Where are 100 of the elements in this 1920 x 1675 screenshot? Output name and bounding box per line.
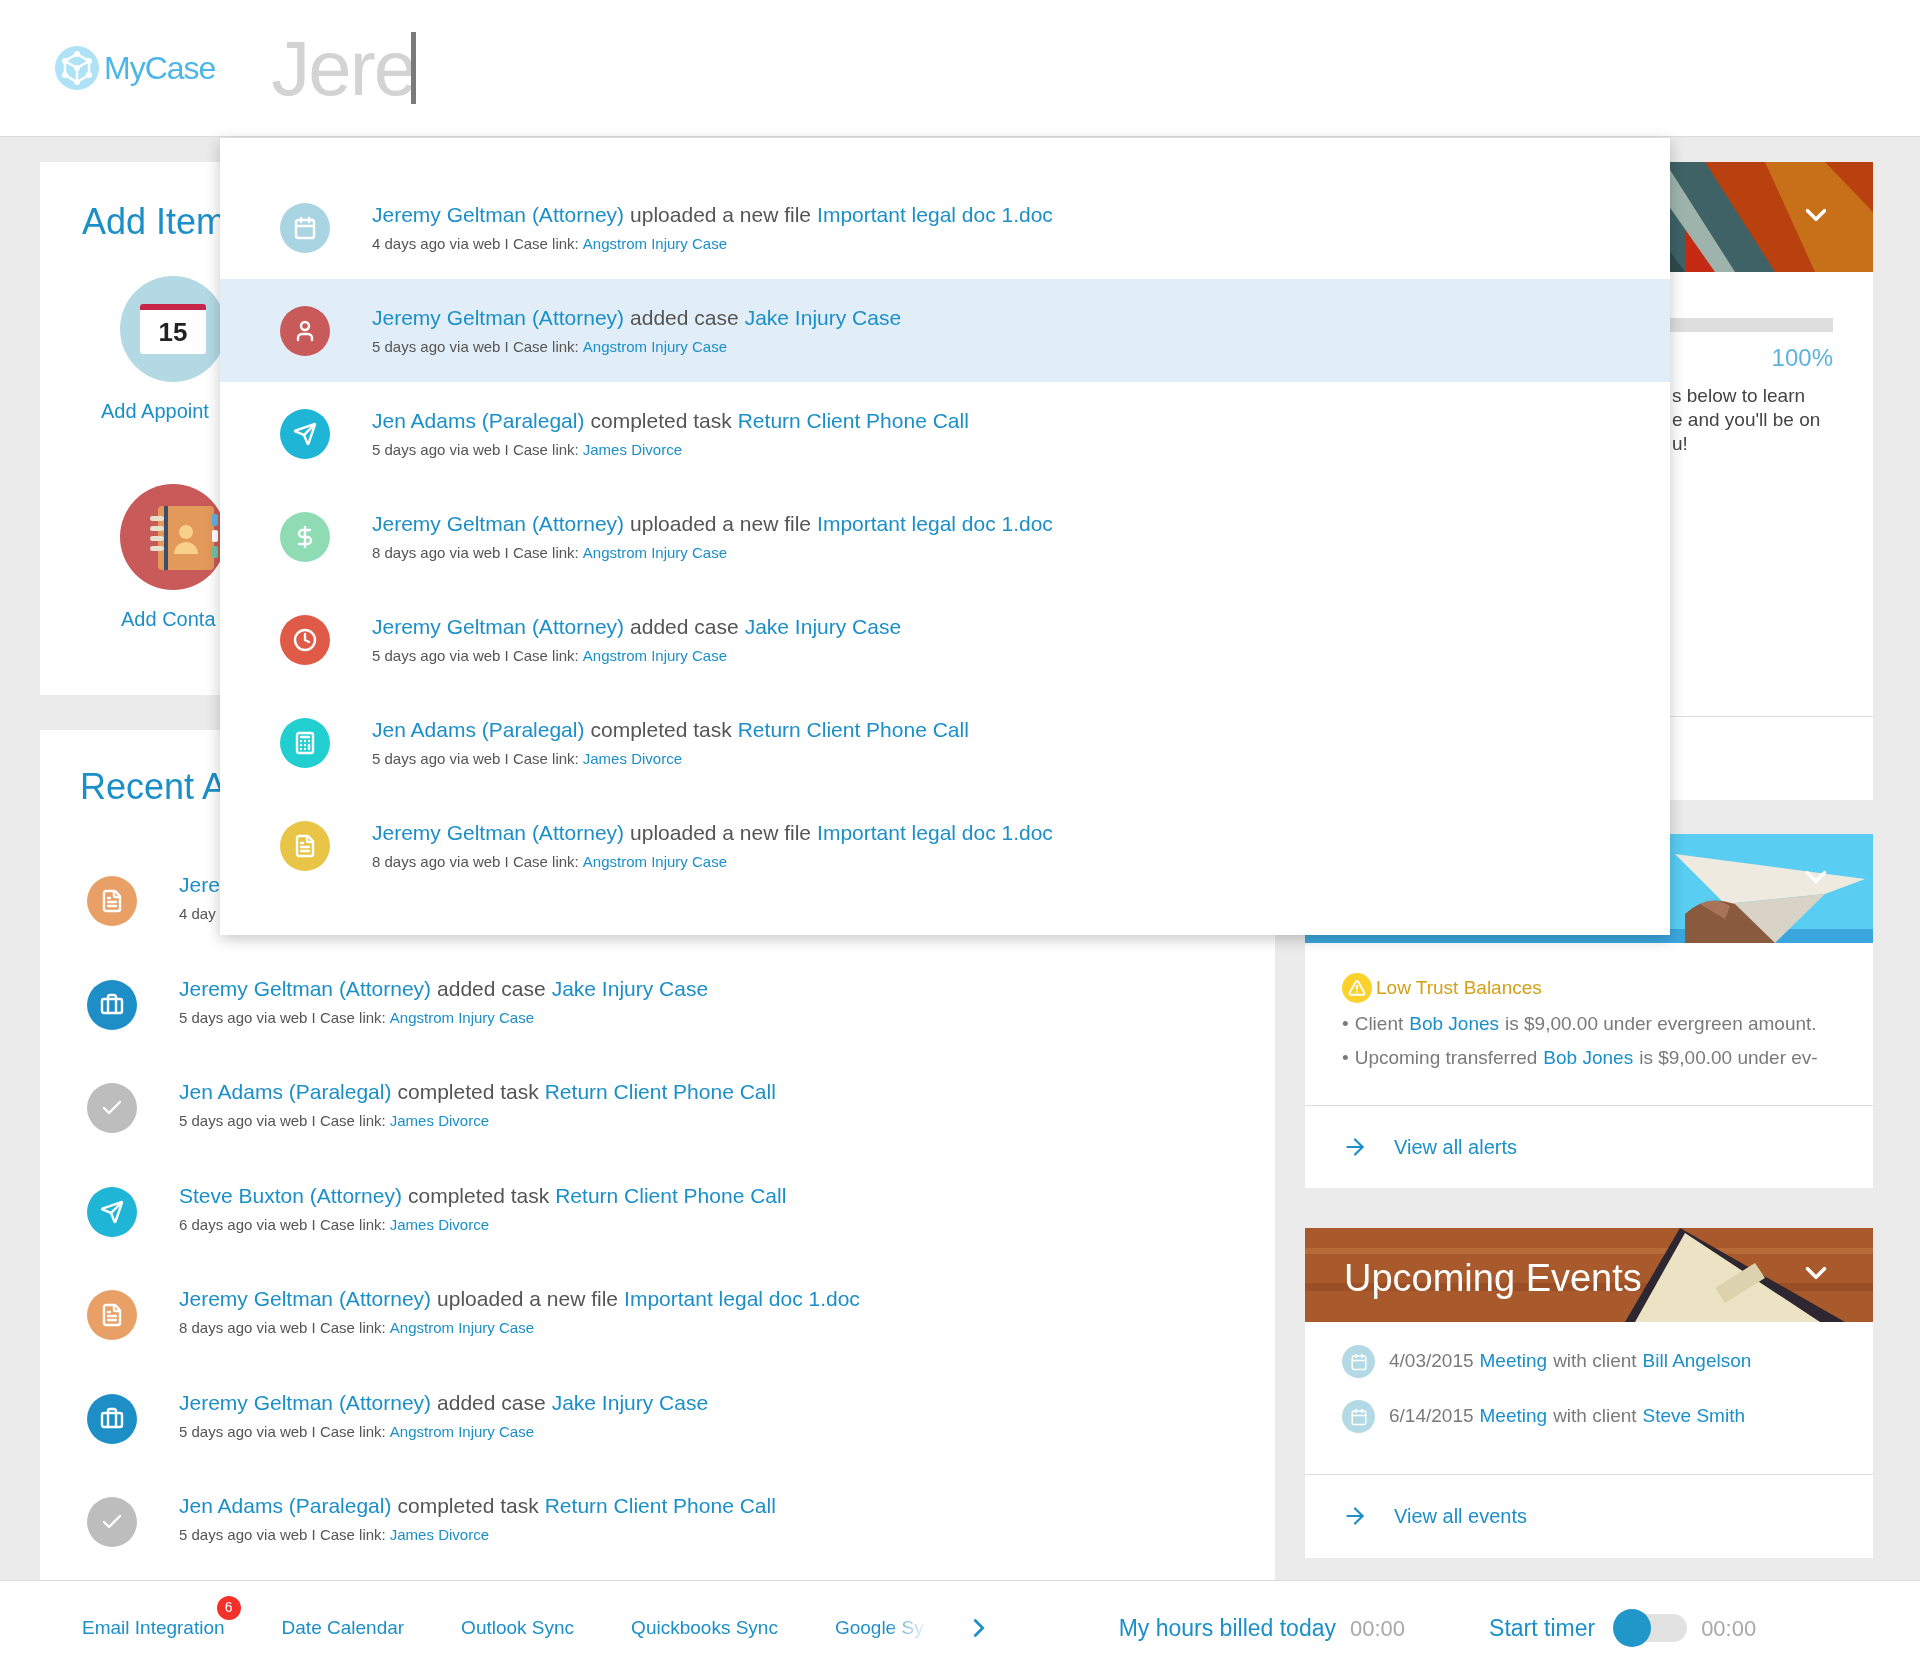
search-result[interactable]: Jeremy Geltman (Attorney) added case Jake Injury Case 5 days ago via web I Case link: Angstrom Injury Case — [220, 588, 1670, 691]
integration-link[interactable]: Quickbooks Sync — [631, 1616, 778, 1638]
alert-title: Low Trust Balances — [1376, 975, 1542, 1000]
case-link[interactable]: James Divorce — [389, 1215, 489, 1233]
warning-icon — [1342, 973, 1372, 1003]
search-result[interactable]: Jeremy Geltman (Attorney) added case Jake Injury Case 5 days ago via web I Case link: Angstrom Injury Case — [220, 279, 1670, 382]
intro-text: s below to learn — [1672, 384, 1807, 408]
activity-meta: 8 days ago via web I Case link: Angstrom Injury Case — [372, 542, 728, 563]
case-link[interactable]: Angstrom Injury Case — [389, 1422, 534, 1440]
progress-percent: 100% — [1771, 343, 1833, 373]
activity-text: Jen Adams (Paralegal) completed task Return Client Phone Call — [179, 1079, 776, 1105]
case-link[interactable]: Angstrom Injury Case — [389, 1319, 534, 1336]
person-link[interactable]: Jere — [179, 873, 220, 896]
item-link[interactable]: Important legal doc 1.doc — [817, 511, 1053, 535]
activity-meta: 4 day — [179, 904, 217, 924]
case-link[interactable]: Angstrom Injury Case — [389, 1008, 534, 1026]
search-result[interactable]: Jeremy Geltman (Attorney) uploaded a new file Important legal doc 1.doc 4 days ago via web I Case link: Angstrom Injury Case — [220, 176, 1670, 279]
hours-label: My hours billed today — [1118, 1613, 1336, 1643]
client-link[interactable]: Steve Smith — [1642, 1405, 1745, 1427]
case-link[interactable]: James Divorce — [389, 1112, 489, 1129]
case-link[interactable]: James Divorce — [389, 1526, 489, 1543]
item-link[interactable]: Return Client Phone Call — [737, 408, 969, 432]
activity-text: Steve Buxton (Attorney) completed task Return Client Phone Call — [179, 1182, 787, 1209]
item-link[interactable]: Jake Injury Case — [551, 976, 709, 1000]
activity-text: Jen Adams (Paralegal) completed task Return Client Phone Call — [179, 1493, 776, 1519]
search-result[interactable]: Jeremy Geltman (Attorney) uploaded a new file Important legal doc 1.doc 8 days ago via web I Case link: Angstrom Injury Case — [220, 485, 1670, 588]
alert-text: • Client Bob Jones is $9,00.00 under evergreen amount. — [1342, 1012, 1818, 1036]
person-link[interactable]: Jeremy Geltman (Attorney) — [179, 976, 432, 1000]
cube-logo-icon — [54, 45, 100, 91]
case-link[interactable]: Angstrom Injury Case — [582, 234, 727, 252]
person-link[interactable]: Jen Adams (Paralegal) — [372, 717, 585, 741]
activity-text: Jeremy Geltman (Attorney) uploaded a new file Important legal doc 1.doc — [372, 510, 1053, 537]
intro-text: u! — [1672, 432, 1689, 456]
card-title: Upcoming Events — [1344, 1256, 1642, 1301]
event-text: 6/14/2015 Meeting with client Steve Smith — [1389, 1404, 1745, 1429]
person-link[interactable]: Jeremy Geltman (Attorney) — [372, 614, 625, 638]
alert-text: • Upcoming transferred Bob Jones is $9,00.00 under ev- — [1342, 1046, 1819, 1070]
activity-text: Jen Adams (Paralegal) completed task Return Client Phone Call — [372, 716, 969, 743]
search-result[interactable]: Jen Adams (Paralegal) completed task Return Client Phone Call 5 days ago via web I Case link: James Divorce — [220, 382, 1670, 485]
case-link[interactable]: Angstrom Injury Case — [582, 852, 727, 870]
activity-text: Jen Adams (Paralegal) completed task Return Client Phone Call — [372, 407, 969, 434]
item-link[interactable]: Return Client Phone Call — [544, 1080, 776, 1103]
activity-meta: 4 days ago via web I Case link: Angstrom Injury Case — [372, 233, 728, 254]
activity-meta: 6 days ago via web I Case link: James Divorce — [179, 1214, 490, 1235]
timer-value: 00:00 — [1701, 1614, 1757, 1643]
activity-meta: 8 days ago via web I Case link: Angstrom Injury Case — [372, 851, 728, 872]
activity-text: Jeremy Geltman (Attorney) added case Jake Injury Case — [372, 304, 902, 331]
item-link[interactable]: Important legal doc 1.doc — [624, 1287, 860, 1310]
item-link[interactable]: Jake Injury Case — [551, 1390, 709, 1414]
event-link[interactable]: Meeting — [1479, 1405, 1548, 1427]
item-link[interactable]: Return Client Phone Call — [555, 1183, 787, 1207]
person-link[interactable]: Jen Adams (Paralegal) — [179, 1080, 392, 1103]
person-link[interactable]: Jeremy Geltman (Attorney) — [372, 820, 625, 844]
view-all-alerts-link[interactable]: View all alerts — [1305, 1106, 1873, 1187]
activity-meta: 5 days ago via web I Case link: James Divorce — [179, 1111, 490, 1131]
person-link[interactable]: Jen Adams (Paralegal) — [179, 1494, 392, 1517]
calendar-icon — [1342, 1345, 1375, 1378]
client-link[interactable]: Bob Jones — [1409, 1013, 1500, 1034]
calendar-icon — [1342, 1400, 1375, 1433]
search-result[interactable]: Jen Adams (Paralegal) completed task Return Client Phone Call 5 days ago via web I Case link: James Divorce — [220, 691, 1670, 794]
person-link[interactable]: Jeremy Geltman (Attorney) — [372, 202, 625, 226]
item-link[interactable]: Return Client Phone Call — [737, 717, 969, 741]
activity-text: Jeremy Geltman (Attorney) uploaded a new file Important legal doc 1.doc — [372, 201, 1053, 228]
activity-meta: 5 days ago via web I Case link: James Divorce — [372, 439, 683, 460]
activity-text: Jeremy Geltman (Attorney) added case Jake Injury Case — [179, 1389, 709, 1416]
activity-meta: 5 days ago via web I Case link: James Divorce — [179, 1525, 490, 1545]
activity-meta: 5 days ago via web I Case link: Angstrom Injury Case — [372, 336, 728, 357]
person-link[interactable]: Jeremy Geltman (Attorney) — [372, 511, 625, 535]
person-link[interactable]: Jeremy Geltman (Attorney) — [179, 1287, 432, 1310]
integration-link[interactable]: Date Calendar — [281, 1616, 405, 1638]
activity-meta: 8 days ago via web I Case link: Angstrom Injury Case — [179, 1318, 535, 1338]
text-cursor — [411, 32, 417, 104]
event-text: 4/03/2015 Meeting with client Bill Angelson — [1389, 1349, 1752, 1374]
person-link[interactable]: Jen Adams (Paralegal) — [372, 408, 585, 432]
item-link[interactable]: Jake Injury Case — [744, 305, 902, 329]
activity-text: Jeremy Geltman (Attorney) uploaded a new file Important legal doc 1.doc — [179, 1286, 860, 1312]
event-link[interactable]: Meeting — [1479, 1350, 1548, 1372]
item-link[interactable]: Return Client Phone Call — [544, 1494, 776, 1517]
activity-text: Jeremy Geltman (Attorney) added case Jake Injury Case — [179, 975, 709, 1002]
activity-meta: 5 days ago via web I Case link: Angstrom Injury Case — [179, 1421, 535, 1442]
item-link[interactable]: Jake Injury Case — [744, 614, 902, 638]
person-link[interactable]: Jeremy Geltman (Attorney) — [372, 305, 625, 329]
client-link[interactable]: Bob Jones — [1543, 1047, 1634, 1068]
integration-link[interactable]: Outlook Sync — [461, 1616, 575, 1638]
item-link[interactable]: Important legal doc 1.doc — [817, 202, 1053, 226]
brand-name: MyCase — [104, 49, 216, 88]
person-link[interactable]: Jeremy Geltman (Attorney) — [179, 1390, 432, 1414]
case-link[interactable]: James Divorce — [582, 440, 682, 458]
client-link[interactable]: Bill Angelson — [1642, 1350, 1752, 1372]
timer-label: Start timer — [1489, 1613, 1596, 1643]
search-result[interactable]: Jeremy Geltman (Attorney) uploaded a new file Important legal doc 1.doc 8 days ago via web I Case link: Angstrom Injury Case — [220, 794, 1670, 897]
case-link[interactable]: James Divorce — [582, 749, 682, 767]
person-link[interactable]: Steve Buxton (Attorney) — [179, 1183, 402, 1207]
hours-value: 00:00 — [1350, 1614, 1406, 1643]
case-link[interactable]: Angstrom Injury Case — [582, 646, 727, 664]
activity-text: Jeremy Geltman (Attorney) added case Jake Injury Case — [372, 613, 902, 640]
case-link[interactable]: Angstrom Injury Case — [582, 337, 727, 355]
case-link[interactable]: Angstrom Injury Case — [582, 543, 727, 561]
item-link[interactable]: Important legal doc 1.doc — [817, 820, 1053, 844]
view-all-events-link[interactable]: View all events — [1305, 1475, 1873, 1557]
